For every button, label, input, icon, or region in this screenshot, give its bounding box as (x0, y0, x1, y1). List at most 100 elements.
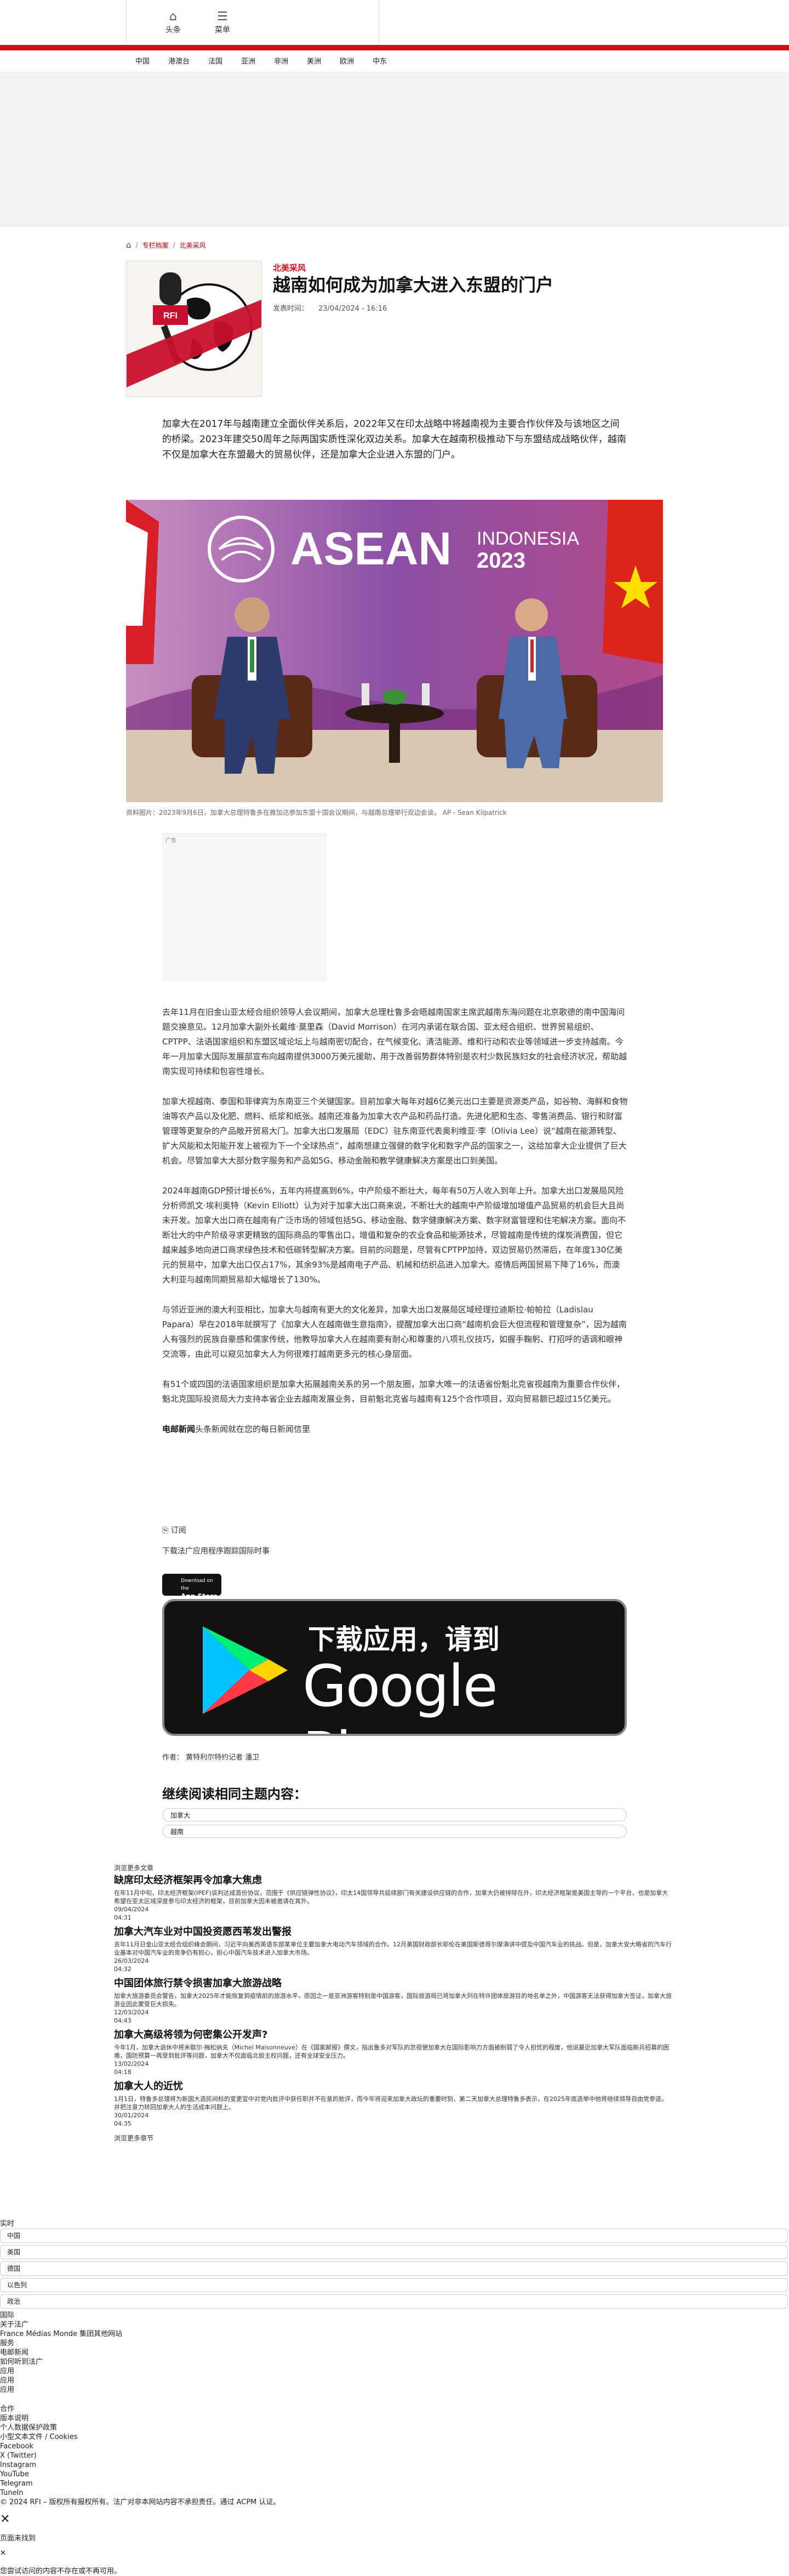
column-thumbnail: RFI (126, 261, 262, 397)
related-article-item[interactable]: 加拿大高级将领为何密集公开发声? 今年1月，加拿大退休中将米歇尔·梅松纳夫（Mi… (114, 2029, 673, 2076)
footer-select[interactable]: 德国 (0, 2261, 788, 2276)
nav-item-africa[interactable]: 非洲 (265, 50, 298, 72)
nav-item-china[interactable]: 中国 (126, 50, 159, 72)
close-icon[interactable]: ✕ (0, 2549, 789, 2558)
top-header: ⌂ 头条 ☰ 菜单 (0, 0, 789, 44)
related-article-item[interactable]: 加拿大汽车业对中国投资愿西苇发出警报 去年11月日金山亚太经合组织峰会期间，习近… (114, 1926, 673, 1973)
footer-link[interactable]: 小型文本文件 / Cookies (0, 2432, 789, 2442)
body-paragraph: 2024年越南GDP预计增长6%，五年内将提高到6%，中产阶级不断壮大，每年有5… (162, 1186, 626, 1284)
related-article-summary: 去年11月日金山亚太经合组织峰会期间，习近平向美西英语东部某单位主要加拿大电动汽… (114, 1941, 672, 1956)
breadcrumb-archive[interactable]: 专栏档案 (142, 241, 169, 250)
related-article-date: 30/01/2024 (114, 2112, 149, 2119)
related-article-title[interactable]: 加拿大人的近忧 (114, 2081, 673, 2093)
footer-link[interactable]: 应用 (0, 2367, 789, 2376)
related-article-item[interactable]: 加拿大人的近忧 1月1日，特鲁多总理将为新国大选民间标的变更宣中对党内批评中获任… (114, 2081, 673, 2128)
not-found-description: 您尝试访问的内容不存在或不再可用。 (0, 2567, 122, 2575)
home-button[interactable]: ⌂ 头条 (154, 10, 192, 37)
footer-link[interactable]: 如何听到法广 (0, 2357, 789, 2367)
footer-link[interactable]: 国际 (0, 2311, 789, 2320)
newsletter-text: 头条新闻就在您的每日新闻信里 (195, 1424, 311, 1434)
related-topics-title: 继续阅读相同主题内容： (162, 1786, 307, 1802)
banner-year-text: 2023 (477, 549, 525, 573)
related-article-title[interactable]: 缺席印太经济框架再令加拿大焦虑 (114, 1875, 673, 1887)
footer-select[interactable]: 以色列 (0, 2278, 788, 2292)
footer-link[interactable]: 电邮新闻 (0, 2348, 789, 2357)
breadcrumb-home-icon[interactable]: ⌂ (126, 240, 132, 250)
nav-item-france[interactable]: 法国 (199, 50, 232, 72)
footer-select[interactable]: 中国 (0, 2229, 788, 2243)
nav-item-europe[interactable]: 欧洲 (330, 50, 363, 72)
footer-link[interactable]: 关于法广 (0, 2320, 789, 2329)
nav-item-asia[interactable]: 亚洲 (232, 50, 265, 72)
body-paragraph: 去年11月在旧金山亚太经合组织领导人会议期间，加拿大总理杜鲁多会晤越南国家主席武… (162, 1007, 627, 1076)
related-article-summary: 今年1月，加拿大退休中将米歇尔·梅松纳夫（Michel Maisonneuve）… (114, 2044, 670, 2059)
footer-link[interactable]: France Médias Monde 集团其他网站 (0, 2329, 789, 2339)
share-icon[interactable]: ⎘ (162, 1526, 168, 1535)
footer-link[interactable]: X (Twitter) (0, 2451, 789, 2460)
related-article-date: 09/04/2024 (114, 1906, 149, 1913)
home-label: 头条 (165, 26, 181, 35)
related-article-summary: 1月1日，特鲁多总理将为新国大选民间标的变更宣中对党内批评中获任职并不在意的批评… (114, 2095, 667, 2111)
ad-label: 广告 (165, 838, 176, 844)
menu-icon: ☰ (217, 10, 228, 24)
breadcrumb-section[interactable]: 北美采风 (180, 241, 206, 250)
topic-tag-canada[interactable]: 加拿大 (162, 1808, 627, 1821)
footer-link[interactable]: Facebook (0, 2442, 789, 2451)
nav-item-americas[interactable]: 美洲 (298, 50, 330, 72)
section-menu-bar: 中国 港澳台 法国 亚洲 非洲 美洲 欧洲 中东 (0, 50, 789, 73)
microphone-globe-illustration: RFI (127, 261, 261, 396)
share-row: ⎘ 订阅 (162, 1524, 186, 1535)
brand-red-bar (0, 45, 789, 50)
article-body: 去年11月在旧金山亚太经合组织领导人会议期间，加拿大总理杜鲁多会晤越南国家主席武… (162, 1005, 628, 1452)
footer-link[interactable]: Instagram (0, 2460, 789, 2470)
related-article-date: 12/03/2024 (114, 2009, 149, 2016)
app-store-button[interactable]: Download on the App Store (162, 1574, 221, 1600)
google-play-line1: 下载应用，请到 (308, 1624, 500, 1655)
more-chapters-link[interactable]: 浏览更多章节 (114, 2134, 153, 2142)
related-articles: 浏览更多文章 缺席印太经济框架再令加拿大焦虑 在年11月中旬，印太经济框架(IP… (114, 1863, 673, 2143)
nav-item-middle-east[interactable]: 中东 (363, 50, 396, 72)
copyright-text: © 2024 RFI – 版权所有报权所有。法广对非本网站内容不承担责任。通过 … (0, 2498, 281, 2506)
app-store-label: Download on the App Store (181, 1577, 221, 1600)
topic-tag-vietnam[interactable]: 越南 (162, 1825, 627, 1838)
related-article-item[interactable]: 缺席印太经济框架再令加拿大焦虑 在年11月中旬，印太经济框架(IPEF)谈判达成… (114, 1875, 673, 1922)
footer: 实时 中国 美国 德国 以色列 政治 国际 关于法广 France Médias… (0, 2219, 789, 2576)
footer-link[interactable]: TuneIn (0, 2488, 789, 2498)
footer-link[interactable]: Telegram (0, 2479, 789, 2488)
inline-ad-slot[interactable]: 广告 (162, 833, 327, 981)
related-article-title[interactable]: 中国团体旅行禁令损害加拿大旅游战略 (114, 1978, 673, 1990)
newsletter-bold[interactable]: 电邮新闻 (162, 1424, 195, 1434)
footer-link[interactable]: 服务 (0, 2339, 789, 2348)
body-paragraph: 有51个或四国的法语国家组织是加拿大拓展越南关系的另一个朋友圈，加拿大唯一的法语… (162, 1379, 625, 1404)
google-play-line2: Google Play (302, 1653, 498, 1734)
google-play-button[interactable]: 下载应用，请到 Google Play (162, 1599, 627, 1736)
menu-label: 菜单 (215, 26, 230, 35)
publish-date-label: 发表时间： (273, 305, 309, 313)
footer-select[interactable]: 政治 (0, 2294, 788, 2309)
related-article-title[interactable]: 加拿大汽车业对中国投资愿西苇发出警报 (114, 1926, 673, 1938)
related-article-summary: 加拿大旅游委员会警告，加拿大2025年才能恢复到疫情前的旅游水平，原因之一是亚洲… (114, 1992, 672, 2008)
related-heading: 浏览更多文章 (114, 1864, 154, 1872)
related-article-time: 04:31 (114, 1914, 132, 1921)
footer-link[interactable]: 应用 (0, 2376, 789, 2385)
breadcrumb-separator: / (173, 241, 175, 249)
share-label[interactable]: 订阅 (171, 1526, 186, 1535)
hero-caption: 资料图片：2023年9月6日，加拿大总理特鲁多在雅加达参加东盟十国会议期间，与越… (126, 809, 507, 816)
related-article-item[interactable]: 中国团体旅行禁令损害加拿大旅游战略 加拿大旅游委员会警告，加拿大2025年才能恢… (114, 1978, 673, 2025)
not-found-title: 页面未找到 (0, 2534, 36, 2543)
menu-button[interactable]: ☰ 菜单 (203, 10, 242, 37)
footer-link[interactable]: 合作 (0, 2404, 789, 2414)
footer-link[interactable]: YouTube (0, 2470, 789, 2479)
footer-link[interactable]: 个人数据保护政策 (0, 2423, 789, 2432)
footer-select[interactable]: 美国 (0, 2245, 788, 2259)
article-title: 越南如何成为加拿大进入东盟的门户 (273, 275, 554, 295)
close-icon[interactable]: ✕ (0, 2514, 789, 2526)
article-author: 作者： 黄特利尔特约记者 潘卫 (162, 1753, 260, 1762)
related-article-title[interactable]: 加拿大高级将领为何密集公开发声? (114, 2029, 673, 2041)
section-label[interactable]: 北美采风 (273, 262, 306, 273)
publish-date-value: 23/04/2024 - 16:16 (318, 305, 387, 313)
related-article-date: 13/02/2024 (114, 2060, 149, 2067)
nav-item-hk-macau-taiwan[interactable]: 港澳台 (159, 50, 199, 72)
footer-link[interactable]: 版本说明 (0, 2414, 789, 2423)
footer-link[interactable]: 应用 (0, 2385, 789, 2395)
